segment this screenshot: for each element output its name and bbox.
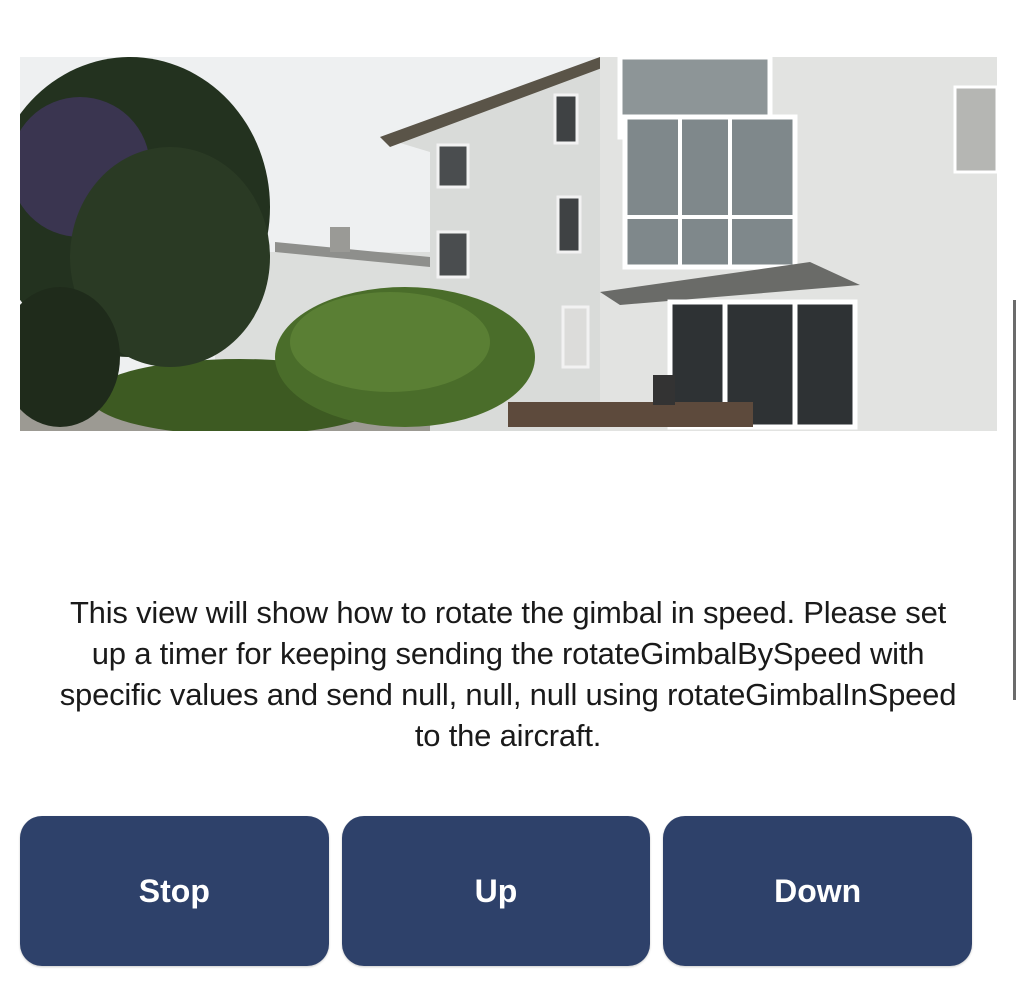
gimbal-speed-screen: This view will show how to rotate the gi… bbox=[0, 0, 1016, 991]
camera-video-feed bbox=[20, 57, 997, 431]
up-button[interactable]: Up bbox=[341, 816, 651, 966]
stop-button[interactable]: Stop bbox=[20, 816, 329, 966]
gimbal-control-buttons: Stop Up Down bbox=[20, 816, 973, 966]
gimbal-instruction-text: This view will show how to rotate the gi… bbox=[59, 595, 957, 753]
down-button[interactable]: Down bbox=[663, 816, 973, 966]
